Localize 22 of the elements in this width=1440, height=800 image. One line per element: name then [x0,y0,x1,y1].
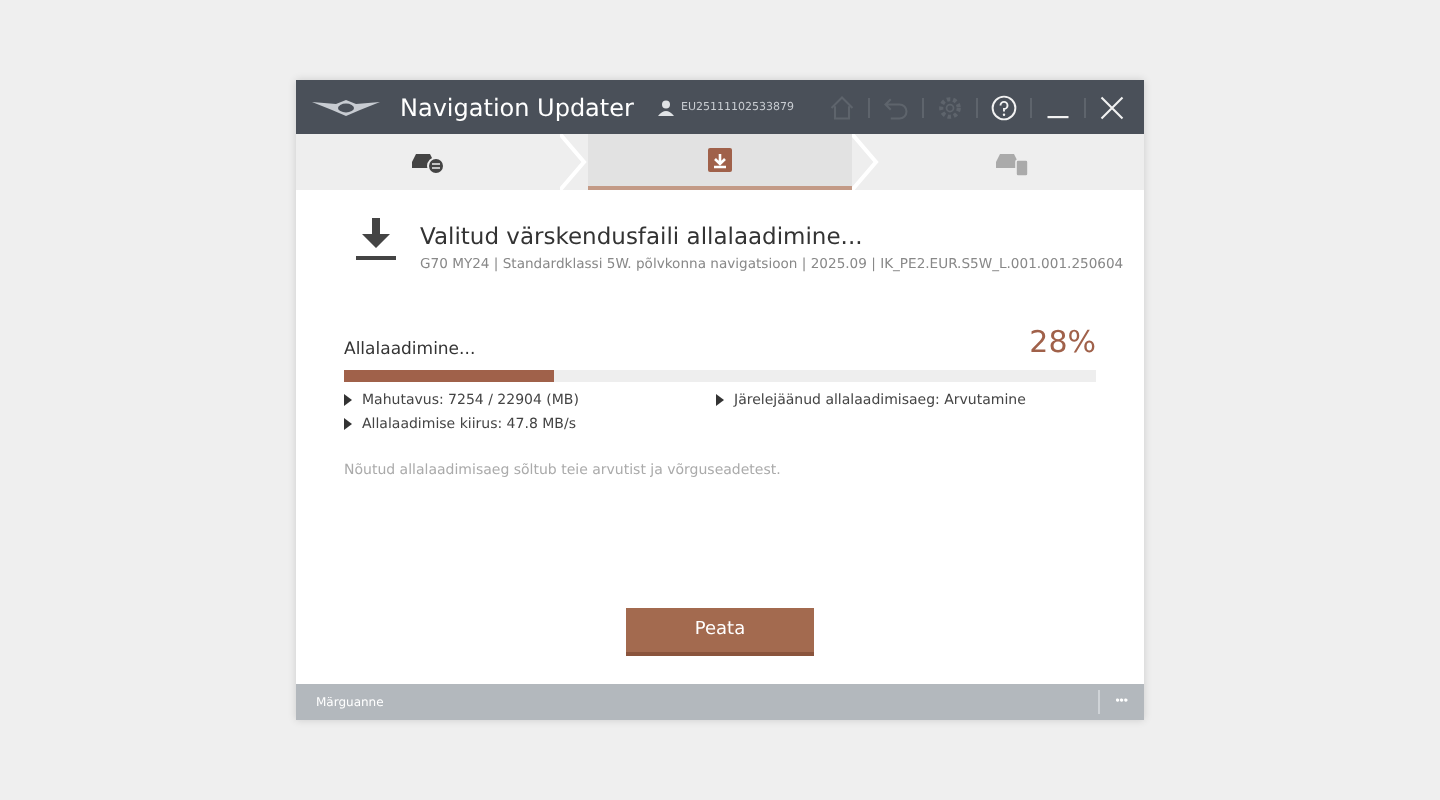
progress-percent: 28% [1029,324,1096,360]
window-title: Navigation Updater [400,93,634,121]
winged-logo-icon [312,97,380,117]
download-icon [708,148,732,172]
help-icon [990,93,1018,121]
car-update-icon [994,149,1030,175]
user-icon [657,99,673,115]
close-button[interactable] [1096,91,1128,123]
help-button[interactable] [988,91,1020,123]
progress-label: Allalaadimine... [344,340,476,360]
step-tab[interactable] [588,134,852,190]
bullet-icon [344,418,352,430]
bullet-icon [344,394,352,406]
bullet-icon [716,394,724,406]
download-title: Valitud värskendusfaili allalaadimine... [420,222,865,250]
minimize-icon [1044,116,1072,119]
car-icon [410,150,446,174]
stop-button[interactable]: Peata [626,608,814,656]
download-icon [356,218,396,260]
chevron-icon [560,134,588,190]
chevron-icon [852,134,880,190]
close-icon [1098,93,1126,121]
